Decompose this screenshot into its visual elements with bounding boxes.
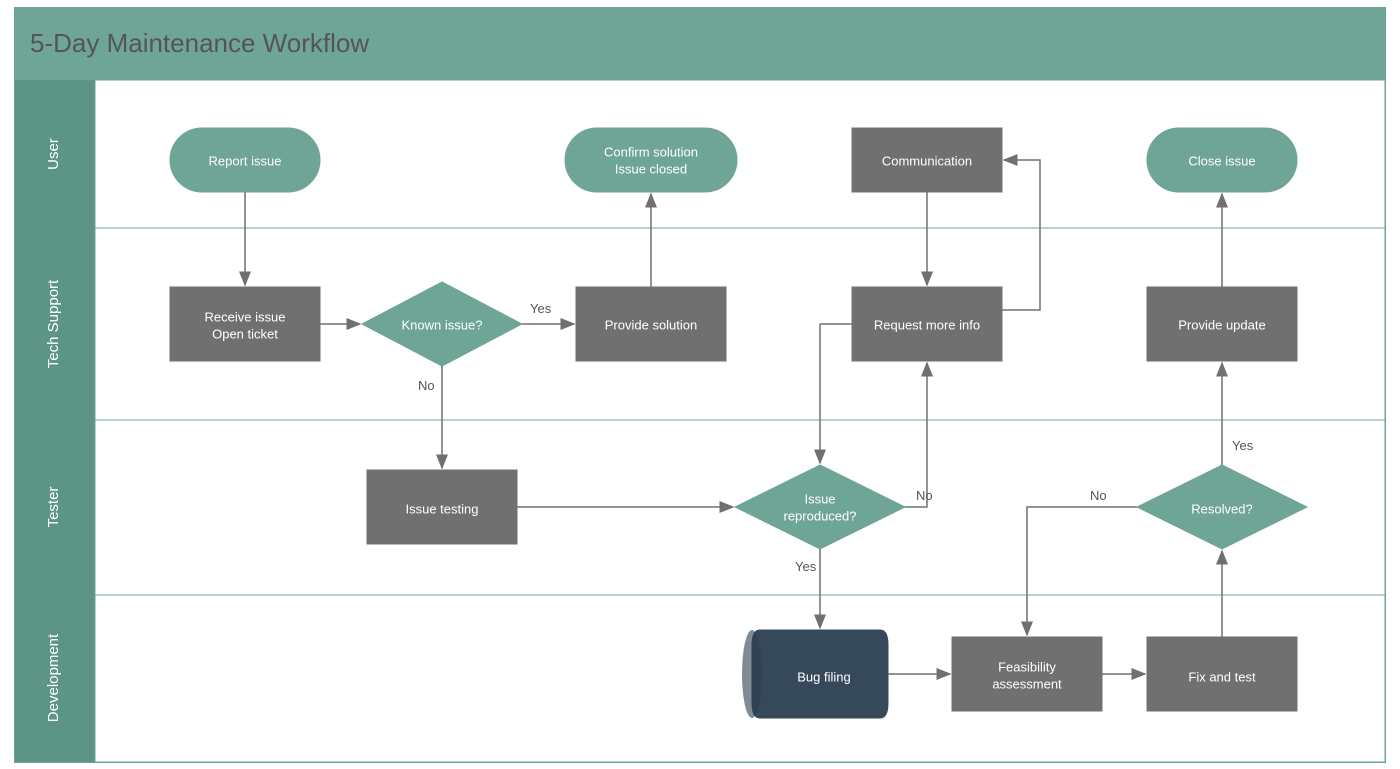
node-receive-issue-l2: Open ticket bbox=[212, 326, 278, 341]
lane-tech-support: Tech Support bbox=[45, 279, 62, 368]
lane-development: Development bbox=[45, 633, 62, 722]
diagram-title: 5-Day Maintenance Workflow bbox=[30, 28, 369, 58]
label-known-no: No bbox=[418, 378, 435, 393]
node-report-issue[interactable]: Report issue bbox=[170, 128, 320, 192]
node-close-issue-label: Close issue bbox=[1188, 153, 1255, 168]
node-receive-issue-l1: Receive issue bbox=[205, 309, 286, 324]
node-bug-filing-label: Bug filing bbox=[797, 669, 850, 684]
node-issue-testing[interactable]: Issue testing bbox=[367, 470, 517, 544]
node-confirm-solution[interactable]: Confirm solution Issue closed bbox=[565, 128, 737, 192]
node-request-more-info[interactable]: Request more info bbox=[852, 287, 1002, 361]
label-reproduced-no: No bbox=[916, 488, 933, 503]
node-issue-reproduced-l2: reproduced? bbox=[784, 508, 857, 523]
node-provide-solution[interactable]: Provide solution bbox=[576, 287, 726, 361]
node-report-issue-label: Report issue bbox=[209, 153, 282, 168]
node-confirm-solution-l2: Issue closed bbox=[615, 161, 687, 176]
label-reproduced-yes: Yes bbox=[795, 559, 817, 574]
lane-tester: Tester bbox=[45, 487, 62, 528]
node-provide-solution-label: Provide solution bbox=[605, 317, 698, 332]
node-issue-testing-label: Issue testing bbox=[406, 501, 479, 516]
label-known-yes: Yes bbox=[530, 301, 552, 316]
node-communication-label: Communication bbox=[882, 153, 972, 168]
label-resolved-yes: Yes bbox=[1232, 438, 1254, 453]
node-bug-filing[interactable]: Bug filing bbox=[742, 630, 888, 718]
node-issue-reproduced-l1: Issue bbox=[804, 491, 835, 506]
node-receive-issue[interactable]: Receive issue Open ticket bbox=[170, 287, 320, 361]
node-feasibility-l2: assessment bbox=[992, 676, 1062, 691]
swimlane-diagram: 5-Day Maintenance Workflow User Tech Sup… bbox=[0, 0, 1400, 769]
node-feasibility[interactable]: Feasibility assessment bbox=[952, 637, 1102, 711]
node-fix-and-test-label: Fix and test bbox=[1188, 669, 1256, 684]
lane-user: User bbox=[45, 138, 62, 170]
node-feasibility-l1: Feasibility bbox=[998, 659, 1056, 674]
label-resolved-no: No bbox=[1090, 488, 1107, 503]
node-provide-update-label: Provide update bbox=[1178, 317, 1265, 332]
node-fix-and-test[interactable]: Fix and test bbox=[1147, 637, 1297, 711]
node-request-more-info-label: Request more info bbox=[874, 317, 980, 332]
node-communication[interactable]: Communication bbox=[852, 128, 1002, 192]
node-confirm-solution-l1: Confirm solution bbox=[604, 144, 698, 159]
node-close-issue[interactable]: Close issue bbox=[1147, 128, 1297, 192]
node-resolved-label: Resolved? bbox=[1191, 501, 1252, 516]
node-known-issue-label: Known issue? bbox=[402, 317, 483, 332]
node-provide-update[interactable]: Provide update bbox=[1147, 287, 1297, 361]
